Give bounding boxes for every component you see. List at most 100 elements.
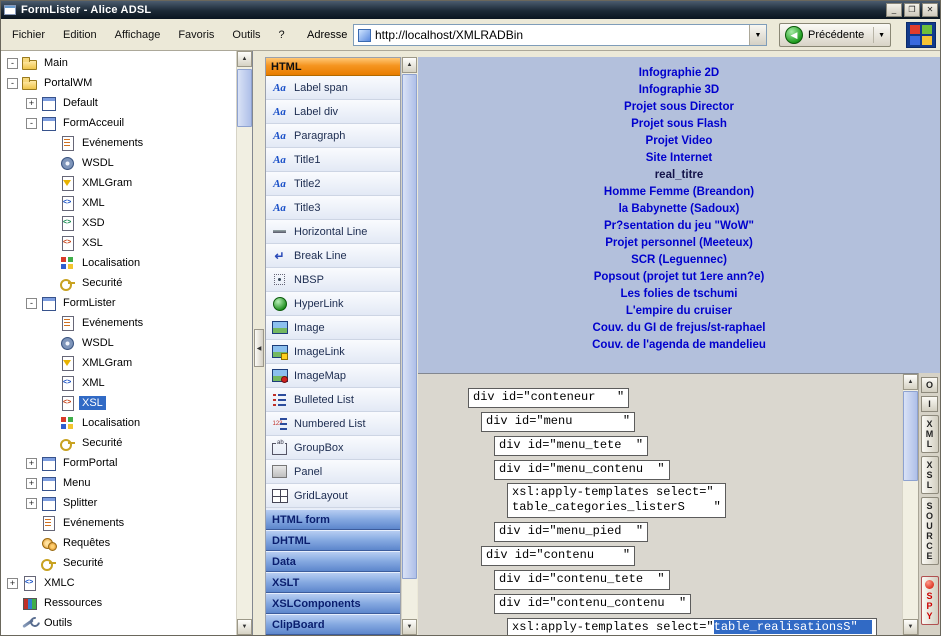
- menu-outils[interactable]: Outils: [223, 26, 269, 44]
- preview-link[interactable]: Site Internet: [418, 150, 940, 167]
- toolbox-item-nbsp[interactable]: NBSP: [266, 268, 400, 292]
- expand-icon[interactable]: +: [7, 578, 18, 589]
- toolbox-item-numbered-list[interactable]: Numbered List: [266, 412, 400, 436]
- tree-item-localisation[interactable]: Localisation: [3, 253, 235, 273]
- panel-splitter[interactable]: ◀: [253, 51, 265, 635]
- scroll-up-icon[interactable]: ▲: [237, 51, 252, 67]
- restore-icon[interactable]: ❐: [904, 3, 920, 17]
- preview-link[interactable]: SCR (Leguennec): [418, 252, 940, 269]
- category-html-form[interactable]: HTML form: [266, 509, 400, 530]
- collapse-tree-icon[interactable]: ◀: [254, 329, 264, 367]
- expand-icon[interactable]: +: [26, 498, 37, 509]
- menu-affichage[interactable]: Affichage: [106, 26, 170, 44]
- tree-item-portalwm[interactable]: -PortalWM: [3, 73, 235, 93]
- side-tab-xml[interactable]: XML: [921, 415, 939, 453]
- tree-item-xsl[interactable]: XSL: [3, 393, 235, 413]
- collapse-icon[interactable]: -: [26, 298, 37, 309]
- tree-item-xml[interactable]: XML: [3, 373, 235, 393]
- scroll-up-icon[interactable]: ▲: [402, 57, 417, 73]
- tree-item-securit[interactable]: Securité: [3, 273, 235, 293]
- structure-node-xsl-apply-templates-select[interactable]: xsl:apply-templates select=" table_categ…: [507, 483, 726, 518]
- preview-link[interactable]: la Babynette (Sadoux): [418, 201, 940, 218]
- preview-link[interactable]: Infographie 3D: [418, 82, 940, 99]
- preview-link[interactable]: Projet Video: [418, 133, 940, 150]
- structure-node-div-id-menu-contenu[interactable]: div id="menu_contenu ": [494, 460, 670, 480]
- tree-item-formlister[interactable]: -FormLister: [3, 293, 235, 313]
- tree-item-ev-nements[interactable]: Evénements: [3, 513, 235, 533]
- preview-link[interactable]: Popsout (projet tut 1ere ann?e): [418, 269, 940, 286]
- tree-item-requ-tes[interactable]: Requêtes: [3, 533, 235, 553]
- toolbox-item-imagemap[interactable]: ImageMap: [266, 364, 400, 388]
- scrollbar-thumb[interactable]: [402, 74, 417, 579]
- side-button-o[interactable]: O: [921, 377, 938, 393]
- structure-node-div-id-menu-tete[interactable]: div id="menu_tete ": [494, 436, 648, 456]
- toolbox-item-panel[interactable]: Panel: [266, 460, 400, 484]
- toolbox-item-label-span[interactable]: Label span: [266, 76, 400, 100]
- tree-item-splitter[interactable]: +Splitter: [3, 493, 235, 513]
- menu-edition[interactable]: Edition: [54, 26, 106, 44]
- preview-link[interactable]: Projet sous Flash: [418, 116, 940, 133]
- expand-icon[interactable]: +: [26, 98, 37, 109]
- tree-item-xmlgram[interactable]: XMLGram: [3, 173, 235, 193]
- tree-item-xmlc[interactable]: +XMLC: [3, 573, 235, 593]
- toolbox-item-groupbox[interactable]: GroupBox: [266, 436, 400, 460]
- menu-favoris[interactable]: Favoris: [169, 26, 223, 44]
- structure-scrollbar[interactable]: ▲ ▼: [902, 374, 918, 635]
- toolbox-item-hyperlink[interactable]: HyperLink: [266, 292, 400, 316]
- collapse-icon[interactable]: -: [7, 78, 18, 89]
- structure-node-div-id-contenu-contenu[interactable]: div id="contenu_contenu ": [494, 594, 691, 614]
- tree-item-formportal[interactable]: +FormPortal: [3, 453, 235, 473]
- structure-node-xsl-apply-templates-select[interactable]: xsl:apply-templates select="table_realis…: [507, 618, 877, 636]
- tree-item-xmlgram[interactable]: XMLGram: [3, 353, 235, 373]
- back-dropdown-icon[interactable]: ▼: [873, 27, 885, 43]
- address-combo[interactable]: ▼: [353, 24, 767, 46]
- category-xslt[interactable]: XSLT: [266, 572, 400, 593]
- tree-item-securit[interactable]: Securité: [3, 433, 235, 453]
- tree-item-localisation[interactable]: Localisation: [3, 413, 235, 433]
- menu-fichier[interactable]: Fichier: [3, 26, 54, 44]
- structure-node-div-id-contenu[interactable]: div id="contenu ": [481, 546, 635, 566]
- tree-item-ressources[interactable]: Ressources: [3, 593, 235, 613]
- structure-node-div-id-menu-pied[interactable]: div id="menu_pied ": [494, 522, 648, 542]
- tree-item-xsd[interactable]: XSD: [3, 213, 235, 233]
- tree-item-menu[interactable]: +Menu: [3, 473, 235, 493]
- expand-icon[interactable]: +: [26, 478, 37, 489]
- scroll-down-icon[interactable]: ▼: [402, 619, 417, 635]
- preview-link[interactable]: Projet personnel (Meeteux): [418, 235, 940, 252]
- tree-item-xml[interactable]: XML: [3, 193, 235, 213]
- scroll-down-icon[interactable]: ▼: [903, 619, 918, 635]
- scrollbar-thumb[interactable]: [903, 391, 918, 481]
- category-data[interactable]: Data: [266, 551, 400, 572]
- preview-link[interactable]: Infographie 2D: [418, 65, 940, 82]
- toolbox-item-break-line[interactable]: Break Line: [266, 244, 400, 268]
- tree-item-default[interactable]: +Default: [3, 93, 235, 113]
- tree-item-ev-nements[interactable]: Evénements: [3, 133, 235, 153]
- address-input[interactable]: [375, 26, 749, 44]
- structure-node-div-id-contenu-tete[interactable]: div id="contenu_tete ": [494, 570, 670, 590]
- toolbox-item-title2[interactable]: Title2: [266, 172, 400, 196]
- side-tab-source[interactable]: SOURCE: [921, 497, 939, 565]
- tree-item-xsl[interactable]: XSL: [3, 233, 235, 253]
- side-tab-xsl[interactable]: XSL: [921, 456, 939, 494]
- toolbox-item-label-div[interactable]: Label div: [266, 100, 400, 124]
- expand-icon[interactable]: +: [26, 458, 37, 469]
- toolbox-item-gridlayout[interactable]: GridLayout: [266, 484, 400, 508]
- spy-button[interactable]: SPY: [921, 576, 939, 625]
- back-button[interactable]: ◀ Précédente ▼: [779, 23, 891, 47]
- preview-link[interactable]: Homme Femme (Breandon): [418, 184, 940, 201]
- tree-item-formacceuil[interactable]: -FormAcceuil: [3, 113, 235, 133]
- structure-node-div-id-menu[interactable]: div id="menu ": [481, 412, 635, 432]
- preview-link[interactable]: Projet sous Director: [418, 99, 940, 116]
- category-clipboard[interactable]: ClipBoard: [266, 614, 400, 635]
- toolbox-item-imagelink[interactable]: ImageLink: [266, 340, 400, 364]
- preview-link[interactable]: Pr?sentation du jeu "WoW": [418, 218, 940, 235]
- scroll-down-icon[interactable]: ▼: [237, 619, 252, 635]
- collapse-icon[interactable]: -: [26, 118, 37, 129]
- tree-scrollbar[interactable]: ▲ ▼: [236, 51, 252, 635]
- category-xslcomponents[interactable]: XSLComponents: [266, 593, 400, 614]
- preview-link[interactable]: L'empire du cruiser: [418, 303, 940, 320]
- side-button-i[interactable]: I: [921, 396, 938, 412]
- address-dropdown-icon[interactable]: ▼: [749, 25, 766, 45]
- toolbox-scrollbar[interactable]: ▲ ▼: [401, 57, 417, 635]
- preview-link[interactable]: Couv. du GI de frejus/st-raphael: [418, 320, 940, 337]
